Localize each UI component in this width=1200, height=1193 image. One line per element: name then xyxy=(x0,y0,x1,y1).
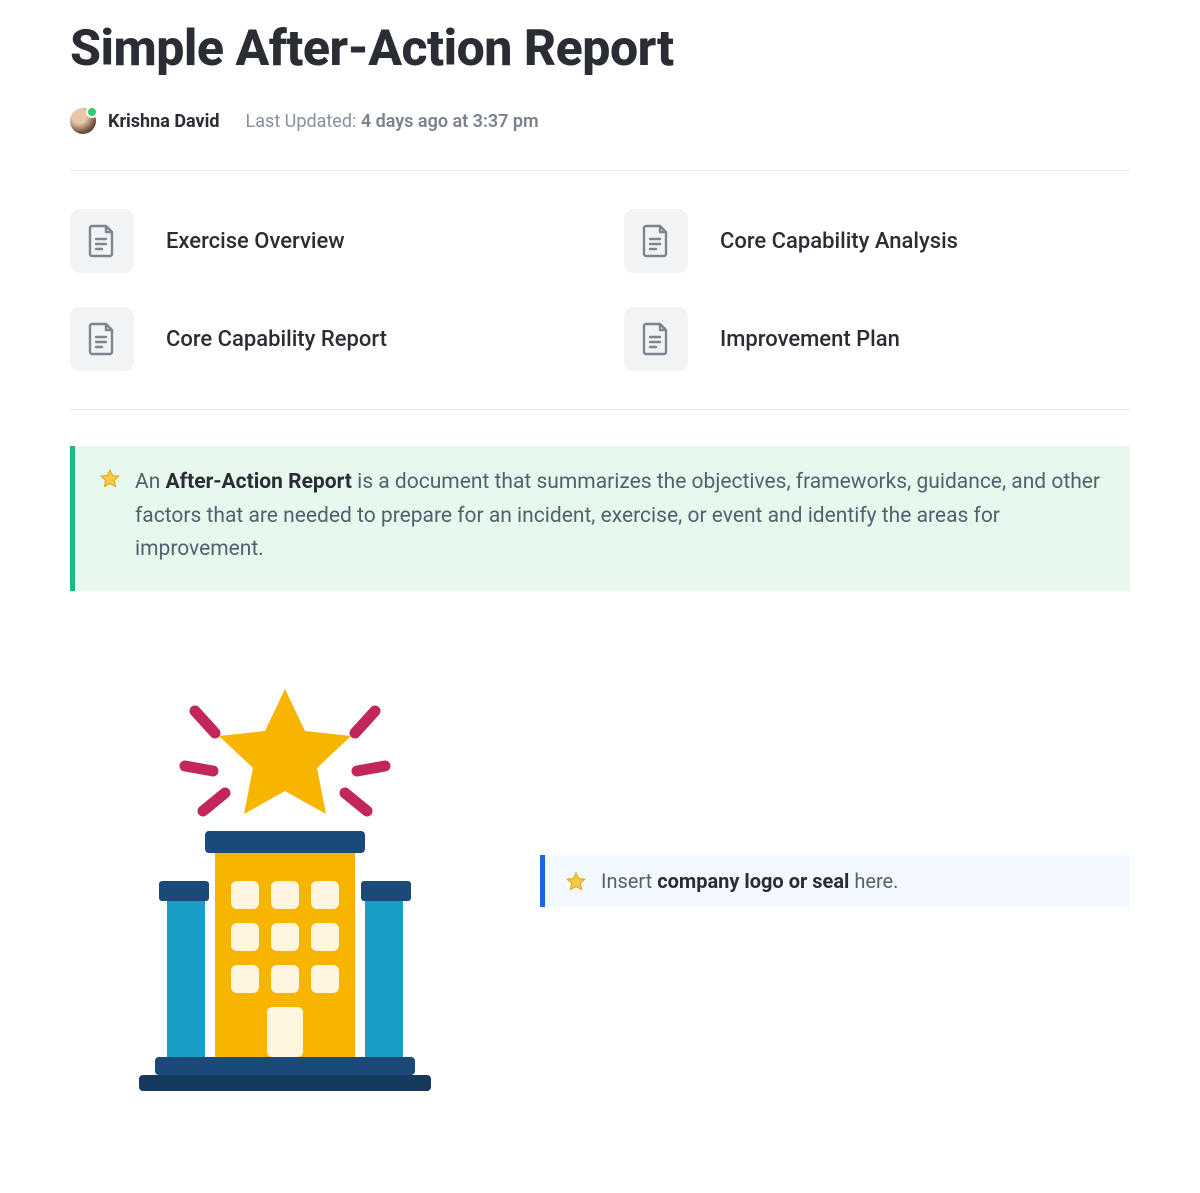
byline: Krishna David Last Updated: 4 days ago a… xyxy=(70,108,1130,171)
nav-item-label: Improvement Plan xyxy=(720,327,900,352)
document-icon xyxy=(70,307,134,371)
nav-item-label: Core Capability Report xyxy=(166,327,387,352)
nav-item-label: Exercise Overview xyxy=(166,229,345,254)
document-icon xyxy=(624,209,688,273)
star-icon xyxy=(99,468,121,490)
page-title: Simple After-Action Report xyxy=(70,20,1130,78)
updated-value: 4 days ago at 3:37 pm xyxy=(361,111,539,132)
nav-item-core-capability-report[interactable]: Core Capability Report xyxy=(70,307,576,371)
nav-item-label: Core Capability Analysis xyxy=(720,229,958,254)
updated-label: Last Updated: 4 days ago at 3:37 pm xyxy=(246,111,539,132)
nav-item-exercise-overview[interactable]: Exercise Overview xyxy=(70,209,576,273)
hero-row: Insert company logo or seal here. xyxy=(70,671,1130,1091)
logo-placeholder-callout[interactable]: Insert company logo or seal here. xyxy=(540,855,1130,907)
author-name[interactable]: Krishna David xyxy=(108,111,220,132)
section-nav: Exercise Overview Core Capability Analys… xyxy=(70,171,1130,410)
definition-text: An After-Action Report is a document tha… xyxy=(135,466,1102,567)
star-icon xyxy=(565,871,587,893)
company-building-illustration xyxy=(70,671,500,1091)
logo-callout-text: Insert company logo or seal here. xyxy=(601,869,898,893)
document-icon xyxy=(70,209,134,273)
definition-callout: An After-Action Report is a document tha… xyxy=(70,446,1130,591)
author-avatar[interactable] xyxy=(70,108,96,134)
nav-item-improvement-plan[interactable]: Improvement Plan xyxy=(624,307,1130,371)
document-icon xyxy=(624,307,688,371)
nav-item-core-capability-analysis[interactable]: Core Capability Analysis xyxy=(624,209,1130,273)
